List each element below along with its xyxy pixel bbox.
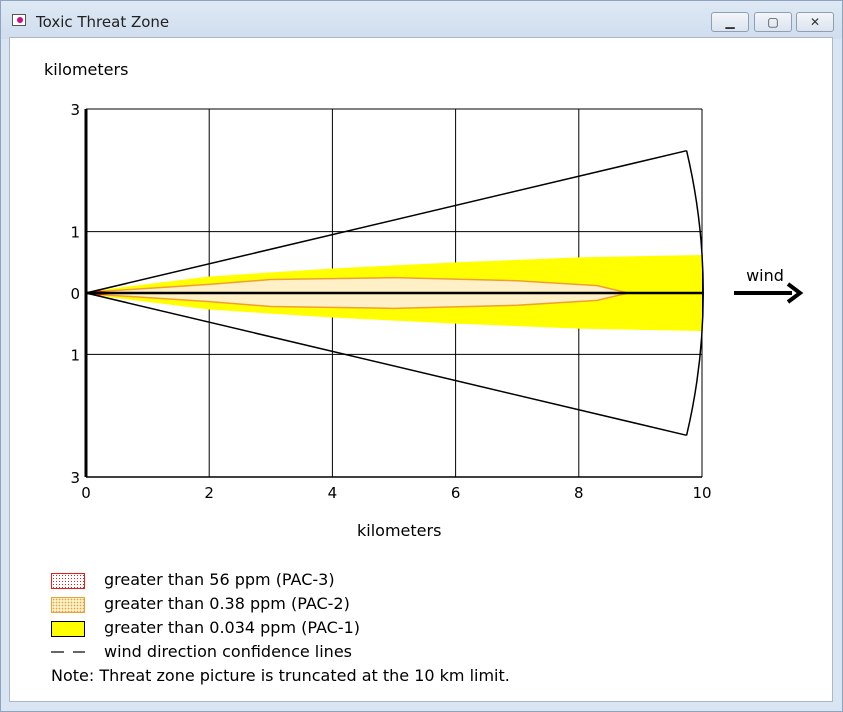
x-tick-label: 10 xyxy=(692,484,711,502)
x-tick-label: 0 xyxy=(81,484,91,502)
x-tick-label: 4 xyxy=(328,484,338,502)
legend-label: wind direction confidence lines xyxy=(104,642,352,661)
pac2-swatch xyxy=(51,597,85,613)
wind-label: wind xyxy=(746,266,784,285)
x-tick-label: 6 xyxy=(451,484,461,502)
legend-label: greater than 56 ppm (PAC-3) xyxy=(104,570,335,589)
legend-label: greater than 0.034 ppm (PAC-1) xyxy=(104,618,361,637)
y-tick-label: 3 xyxy=(70,469,80,487)
y-tick-label: 3 xyxy=(70,101,80,119)
truncation-note: Note: Threat zone picture is truncated a… xyxy=(51,666,510,685)
pac1-swatch xyxy=(51,621,85,637)
dashed-line-swatch xyxy=(51,651,85,653)
legend-label: greater than 0.38 ppm (PAC-2) xyxy=(104,594,350,613)
y-tick-label: 1 xyxy=(70,224,80,242)
pac3-swatch xyxy=(51,573,85,589)
y-tick-label: 0 xyxy=(70,285,80,303)
x-axis-label: kilometers xyxy=(357,521,442,540)
y-tick-label: 1 xyxy=(70,346,80,364)
x-tick-label: 8 xyxy=(574,484,584,502)
x-tick-label: 2 xyxy=(204,484,214,502)
